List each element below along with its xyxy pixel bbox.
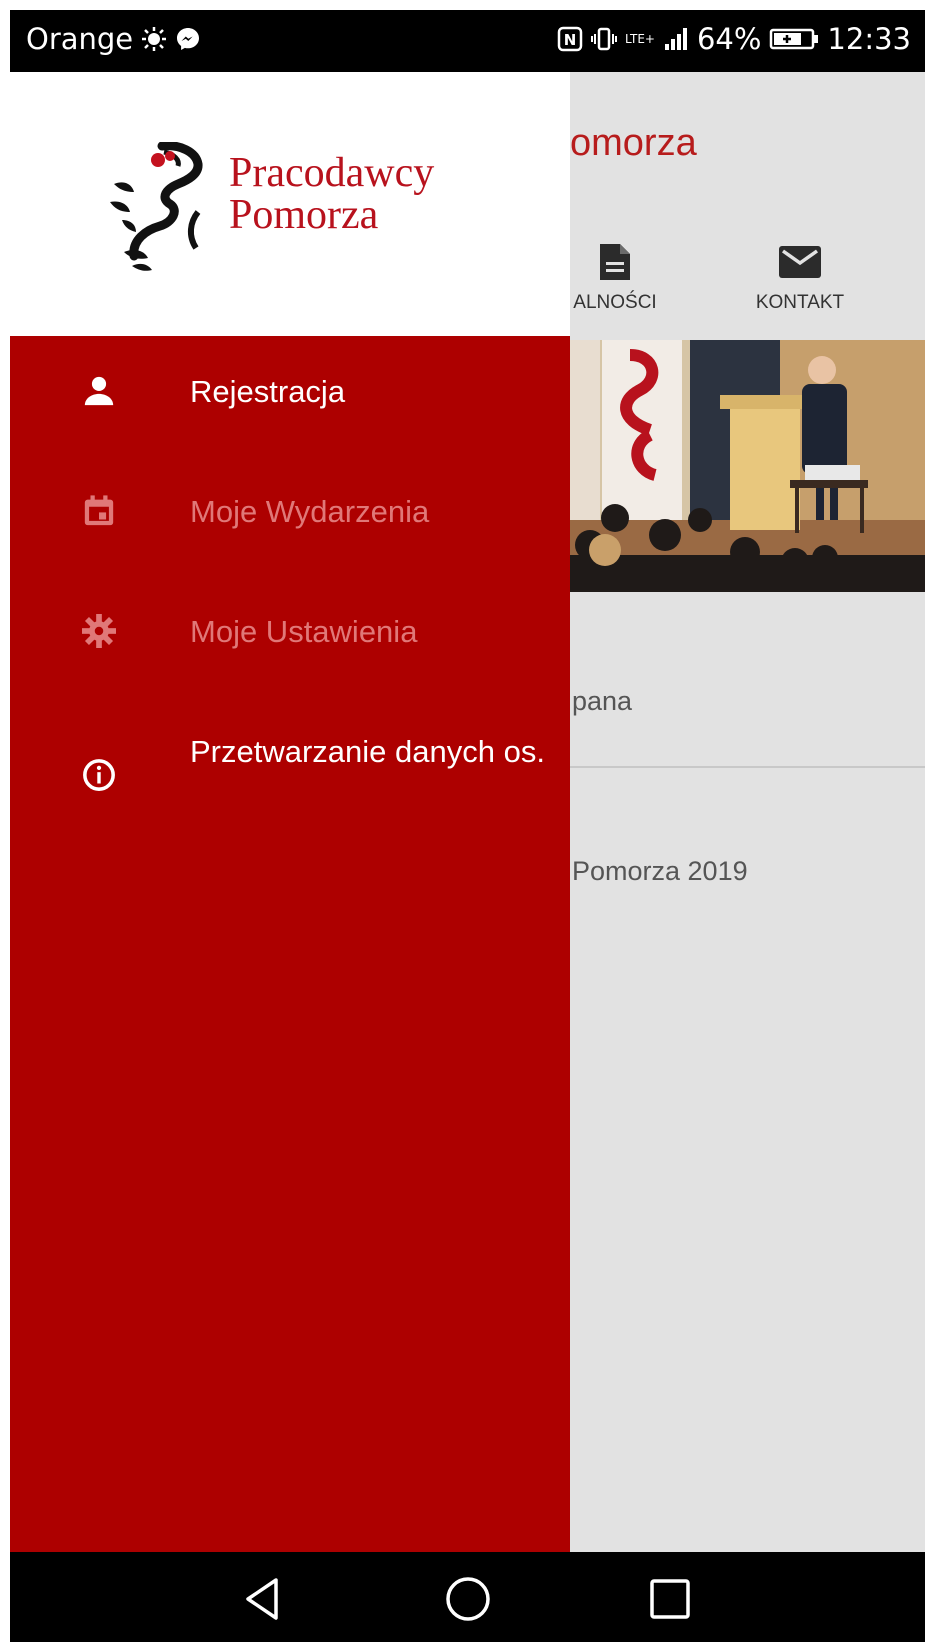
recents-icon[interactable] <box>645 1574 695 1624</box>
menu-item-registration[interactable]: Rejestracja <box>10 366 570 476</box>
back-icon[interactable] <box>240 1574 290 1624</box>
network-label: LTE+ <box>624 32 655 46</box>
app-screen: Orange N LTE+ 64% 12:33 omorza ALNOŚCI K… <box>10 10 925 1642</box>
event-photo-image <box>570 340 925 592</box>
top-nav: ALNOŚCI KONTAKT <box>570 242 925 340</box>
vibrate-icon <box>590 27 617 51</box>
battery-icon <box>770 28 819 50</box>
pracodawcy-pomorza-logo: Pracodawcy Pomorza <box>104 142 484 272</box>
system-nav-bar <box>10 1552 925 1642</box>
status-right: N LTE+ 64% 12:33 <box>557 22 911 56</box>
gear-icon <box>82 614 116 648</box>
nav-contact-label: KONTAKT <box>755 292 845 313</box>
nav-news[interactable]: ALNOŚCI <box>570 242 660 314</box>
logo-line-2: Pomorza <box>229 192 379 238</box>
content-divider <box>570 766 925 768</box>
mail-icon <box>779 246 821 278</box>
content-text-1: pana <box>572 686 633 716</box>
menu-label-my-events: Moje Wydarzenia <box>190 494 430 529</box>
event-photo <box>570 340 925 592</box>
person-icon <box>84 376 114 406</box>
menu-item-my-settings[interactable]: Moje Ustawienia <box>10 606 570 716</box>
logo-line-1: Pracodawcy <box>229 150 435 196</box>
menu-label-registration: Rejestracja <box>190 374 346 409</box>
drawer-header: Pracodawcy Pomorza <box>10 72 570 336</box>
signal-icon <box>664 28 687 50</box>
status-bar: Orange N LTE+ 64% 12:33 <box>10 10 925 72</box>
nav-contact[interactable]: KONTAKT <box>745 242 855 314</box>
status-left: Orange <box>26 22 201 56</box>
info-icon <box>83 759 115 791</box>
navigation-drawer: Pracodawcy Pomorza Rejestracja Moje Wyda… <box>10 72 570 1552</box>
menu-label-my-settings: Moje Ustawienia <box>190 614 418 649</box>
sun-icon <box>142 27 167 51</box>
nfc-icon: N <box>557 26 583 52</box>
network-type: LTE+ <box>625 33 655 45</box>
menu-item-my-events[interactable]: Moje Wydarzenia <box>10 486 570 596</box>
carrier-name: Orange <box>26 22 134 56</box>
clock: 12:33 <box>827 22 911 56</box>
menu-label-data-processing: Przetwarzanie danych os. <box>190 734 545 769</box>
content-text-2: Pomorza 2019 <box>572 856 748 886</box>
nav-news-label: ALNOŚCI <box>573 292 657 313</box>
calendar-icon <box>84 495 114 526</box>
battery-percent: 64% <box>696 22 762 56</box>
menu-item-data-processing[interactable]: Przetwarzanie danych os. <box>10 734 570 874</box>
home-icon[interactable] <box>443 1574 493 1624</box>
svg-text:N: N <box>564 31 577 49</box>
document-icon <box>600 244 630 280</box>
griffin-logo-icon <box>110 142 203 271</box>
app-title: omorza <box>570 122 697 164</box>
messenger-icon <box>177 28 200 50</box>
logo-text: Pracodawcy Pomorza <box>229 152 434 236</box>
